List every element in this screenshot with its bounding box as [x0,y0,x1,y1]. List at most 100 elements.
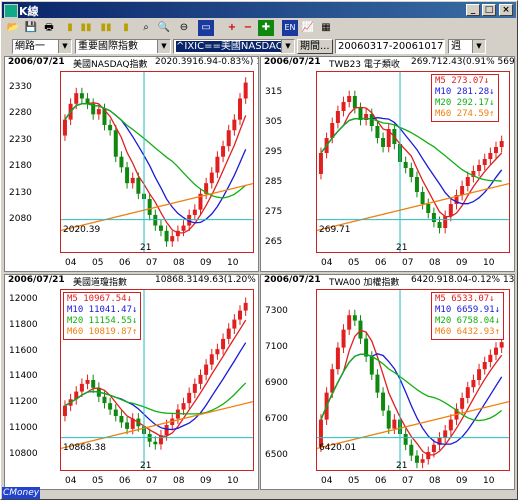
chevron-down-icon[interactable]: ▼ [472,40,485,53]
candle-body [221,146,226,157]
window-title: K線 [19,5,39,18]
candle-body [102,396,107,404]
save-icon[interactable]: 💾 [23,20,39,36]
candle-body [375,126,380,138]
y-tick-label: 305 [265,117,283,127]
frequency-select[interactable]: 週 ▼ [448,39,486,54]
y-tick-label: 11200 [9,397,38,408]
candle-body [420,192,425,204]
symbol-select[interactable]: ^IXIC==美國NASDAQ指數 ▼ [173,39,295,54]
date-range-input[interactable]: 20060317-20061017 [335,39,445,54]
chart-panel-electronics[interactable]: 2006/07/21 TWB23 電子類收 269.712.43(0.91% 569… [260,56,515,272]
layout-2-icon[interactable]: ▮▮ [78,20,94,36]
open-folder-icon[interactable]: 📂 [5,20,21,36]
monitor-icon[interactable]: ▭ [198,20,214,36]
candle-body [431,213,436,222]
candle-body [108,124,113,131]
low-value-label: 2020.39 [63,225,100,235]
candle-body [130,177,135,184]
indicator-icon[interactable]: ✚ [258,20,274,36]
chevron-down-icon[interactable]: ▼ [157,40,170,53]
layout-4-icon[interactable]: ▮ [118,20,134,36]
candle-body [341,329,346,348]
panel-quote: 6420.918.04-0.12% 131054 [411,275,514,285]
chart-plot-area[interactable]: 21 2020.39 [60,71,254,253]
close-button[interactable]: × [499,4,513,16]
title-bar[interactable]: K線 _ □ × [2,2,516,18]
y-tick-label: 11800 [9,320,38,330]
k-line-window: K線 _ □ × 📂 💾 🖶 ▮ ▮▮ ▮▮ ▮ ⌕ 🔍 ⊖ ▭ + − ✚ E… [0,0,518,500]
chart-panel-nasdaq[interactable]: 2006/07/21 美國NASDAQ指數 2020.3916.94-0.83%) … [4,56,259,272]
grid-icon[interactable]: ▦ [318,20,334,36]
panel-quote: 2020.3916.94-0.83%) 101048 [155,57,258,67]
candle-body [347,315,352,330]
candle-body [232,119,237,131]
candle-body [426,204,431,213]
cursor-label: 21 [396,243,407,252]
candle-body [238,98,243,120]
y-tick-label: 11000 [9,422,38,433]
period-button[interactable]: 期間... [297,39,333,54]
legend-entry: M10 11041.47↓ [67,305,138,315]
candle-body [460,398,465,409]
index-category-select[interactable]: 重要國際指數 ▼ [75,39,171,54]
candle-body [187,392,192,404]
candle-body [136,177,141,194]
zoom-in-button-icon[interactable]: + [224,20,240,36]
candle-body [381,138,386,147]
candle-body [232,319,237,329]
chart-panel-dow[interactable]: 2006/07/21 美國道瓊指數 10868.3149.63(1.20% 1237… [4,274,259,490]
candle-body [209,172,214,184]
candle-body [215,156,220,173]
chevron-down-icon[interactable]: ▼ [58,40,71,53]
chevron-down-icon[interactable]: ▼ [281,40,294,53]
x-tick-label: 10 [227,476,239,486]
x-tick-label: 05 [92,258,104,268]
x-tick-label: 04 [321,476,333,486]
x-tick-label: 05 [348,476,360,486]
ma10-line [320,116,503,205]
x-tick-label: 09 [200,258,212,268]
status-bar: CMoney [2,487,516,499]
print-icon[interactable]: 🖶 [41,20,57,36]
candle-body [62,119,67,136]
candle-body [153,214,158,226]
legend-entry: M20 11154.55↓ [67,316,138,326]
candle-body [243,82,248,99]
chart-type-icon[interactable]: 📈 [300,20,316,36]
y-tick-label: 6500 [265,449,288,460]
zoom-out-icon[interactable]: ⊖ [176,20,192,36]
candle-body [431,444,436,452]
layout-1-icon[interactable]: ▮ [62,20,78,36]
language-en-icon[interactable]: EN [282,20,298,36]
x-tick-label: 07 [146,476,158,486]
panel-header: 2006/07/21 美國道瓊指數 10868.3149.63(1.20% 1237… [5,275,258,287]
y-tick-label: 12000 [9,294,38,305]
y-tick-label: 265 [265,237,283,247]
y-tick-label: 10800 [9,448,38,459]
moving-average-legend: M5 10967.54↓ M10 11041.47↓ M20 11154.55↓ M6… [63,292,142,340]
ma10-line [320,353,503,445]
legend-entry: M10 281.28↓ [435,87,495,97]
layout-3-icon[interactable]: ▮▮ [98,20,114,36]
candle-body [91,380,96,388]
legend-entry: M60 274.59↑ [435,109,495,119]
y-tick-label: 2080 [9,214,32,225]
group-select[interactable]: 網路一 ▼ [12,39,72,54]
candle-body [192,209,197,215]
zoom-icon[interactable]: 🔍 [156,20,172,36]
candle-body [243,302,248,311]
minimize-button[interactable]: _ [466,4,480,16]
selector-row: 網路一 ▼ 重要國際指數 ▼ ^IXIC==美國NASDAQ指數 ▼ 期間... 20… [2,38,516,55]
index-category-value: 重要國際指數 [78,41,138,52]
zoom-out-button-icon[interactable]: − [240,20,256,36]
candle-body [352,315,357,321]
maximize-button[interactable]: □ [482,4,496,16]
candle-body [221,338,226,350]
candle-body [426,452,431,460]
search-icon[interactable]: ⌕ [138,20,154,36]
panel-header: 2006/07/21 美國NASDAQ指數 2020.3916.94-0.83%) … [5,57,258,69]
chart-panel-taiex[interactable]: 2006/07/21 TWA00 加權指數 6420.918.04-0.12% 13… [260,274,515,490]
x-tick-label: 07 [402,476,414,486]
candle-body [375,374,380,393]
